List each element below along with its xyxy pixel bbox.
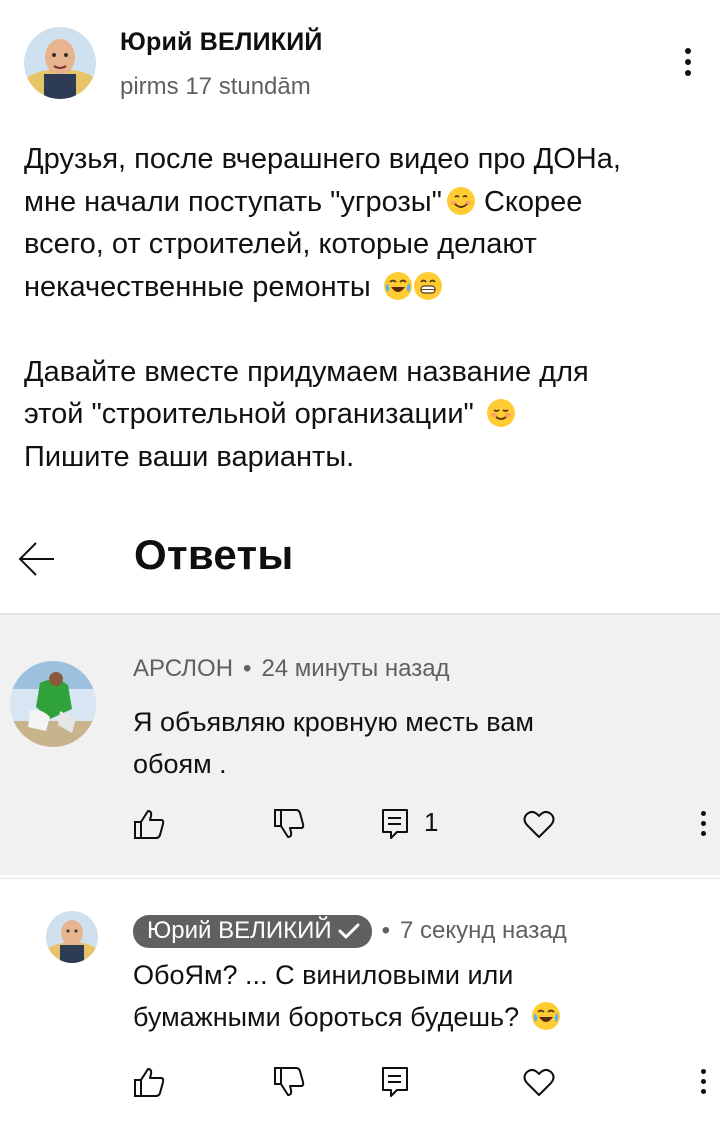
- more-vertical-icon[interactable]: [697, 1065, 711, 1099]
- post-line: Давайте вместе придумаем название для: [24, 355, 589, 388]
- post-more-icon[interactable]: [676, 42, 700, 82]
- reply-comment-icon[interactable]: [380, 807, 410, 841]
- kebab-dot: [701, 821, 706, 826]
- comment-actions: [0, 1065, 720, 1105]
- post-line-text: этой "строительной организации": [24, 398, 474, 430]
- thumbs-down-icon[interactable]: [272, 1065, 306, 1099]
- more-vertical-icon[interactable]: [697, 807, 711, 841]
- post-header: Юрий ВЕЛИКИЙ pirms 17 stundām: [0, 0, 720, 120]
- comment-item: Юрий ВЕЛИКИЙ • 7 секунд назад ОбоЯм? ... С…: [0, 878, 720, 1143]
- kebab-dot: [701, 1069, 706, 1074]
- reply-count: 1: [424, 807, 439, 837]
- creator-author-chip[interactable]: Юрий ВЕЛИКИЙ: [133, 915, 372, 948]
- post-timestamp: pirms 17 stundām: [120, 73, 311, 100]
- grinning-emoji-icon: [413, 271, 442, 300]
- post-line: этой "строительной организации": [24, 393, 704, 436]
- post-line-text: мне начали поступать "угрозы": [24, 185, 442, 218]
- post-line: Пишите ваши варианты.: [24, 440, 355, 473]
- comment-author: Юрий ВЕЛИКИЙ: [147, 917, 332, 944]
- replies-header: Ответы: [0, 515, 720, 615]
- comment-timestamp: 24 минуты назад: [261, 655, 450, 682]
- comment-meta: АРСЛОН • 24 минуты назад: [133, 655, 450, 683]
- smiling-emoji-icon: [446, 186, 475, 215]
- comment-text: ОбоЯм? ... С виниловыми или бумажными бо…: [133, 954, 673, 1038]
- comment-meta: Юрий ВЕЛИКИЙ • 7 секунд назад: [133, 915, 567, 948]
- kebab-dot: [685, 70, 691, 76]
- heart-icon[interactable]: [522, 807, 556, 841]
- post-line: Друзья, после вчерашнего видео про ДОНа,: [24, 143, 621, 175]
- commenter-avatar[interactable]: [10, 661, 96, 747]
- relieved-emoji-icon: [486, 399, 515, 427]
- post-line: некачественные ремонты: [24, 266, 704, 309]
- thumbs-up-icon[interactable]: [132, 1065, 166, 1099]
- meta-separator: •: [243, 655, 252, 682]
- comment-text: Я объявляю кровную месть вам обоям .: [133, 701, 673, 785]
- kebab-dot: [701, 831, 706, 836]
- comment-line: Я объявляю кровную месть вам: [133, 707, 534, 737]
- verified-check-icon: [338, 923, 360, 939]
- thumbs-up-icon[interactable]: [132, 807, 166, 841]
- post-body: Друзья, после вчерашнего видео про ДОНа,…: [24, 138, 704, 478]
- commenter-avatar[interactable]: [46, 911, 98, 963]
- post-line-text: Скорее: [475, 185, 583, 218]
- arrow-left-icon[interactable]: [14, 537, 58, 581]
- comment-author[interactable]: АРСЛОН: [133, 655, 233, 682]
- comment-timestamp: 7 секунд назад: [399, 917, 567, 944]
- thumbs-down-icon[interactable]: [272, 807, 306, 841]
- heart-icon[interactable]: [522, 1065, 556, 1099]
- kebab-dot: [701, 1089, 706, 1094]
- replies-title: Ответы: [134, 531, 294, 578]
- meta-separator: •: [381, 917, 390, 944]
- comment-line: обоям .: [133, 749, 227, 779]
- post-line-text: некачественные ремонты: [24, 270, 371, 303]
- tears-of-joy-emoji-icon: [383, 271, 412, 300]
- post-line: мне начали поступать "угрозы" Скорее: [24, 181, 704, 224]
- post-author-name[interactable]: Юрий ВЕЛИКИЙ: [120, 28, 323, 57]
- kebab-dot: [685, 48, 691, 54]
- comment-line: ОбоЯм? ... С виниловыми или: [133, 960, 514, 990]
- author-avatar[interactable]: [24, 27, 96, 99]
- kebab-dot: [701, 811, 706, 816]
- comment-actions: 1: [0, 807, 720, 847]
- kebab-dot: [701, 1079, 706, 1084]
- comment-line: бумажными бороться будешь?: [133, 996, 673, 1038]
- tears-of-joy-emoji-icon: [531, 1002, 560, 1030]
- comment-line-text: бумажными бороться будешь?: [133, 1002, 520, 1032]
- reply-comment-icon[interactable]: [380, 1065, 410, 1099]
- kebab-dot: [685, 59, 691, 65]
- post-line: всего, от строителей, которые делают: [24, 228, 537, 260]
- comment-item: АРСЛОН • 24 минуты назад Я объявляю кровну…: [0, 613, 720, 875]
